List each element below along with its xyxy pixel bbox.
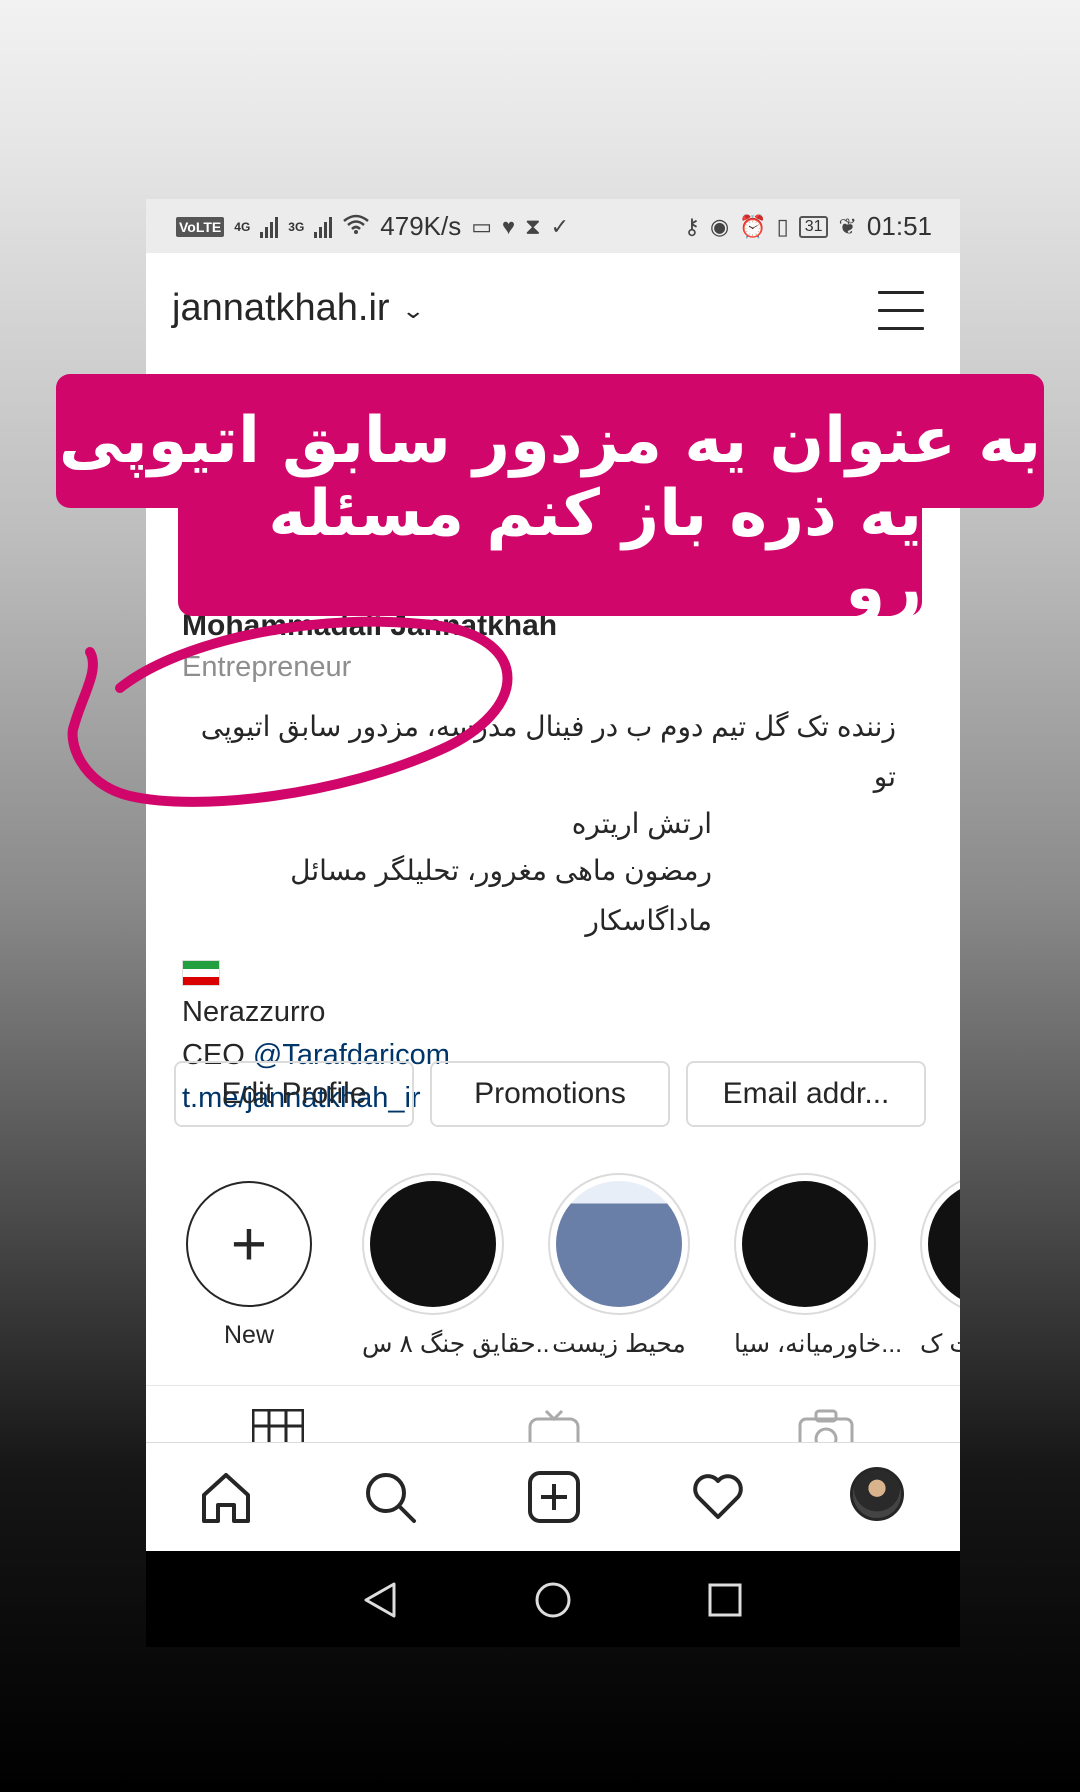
- search-icon[interactable]: [362, 1469, 418, 1530]
- recents-icon[interactable]: [708, 1583, 742, 1622]
- battery-icon: 31: [798, 215, 829, 238]
- system-nav-bar: [146, 1551, 960, 1647]
- back-icon[interactable]: [362, 1581, 398, 1624]
- clock: 01:51: [866, 211, 932, 241]
- highlight-item[interactable]: محیط زیست: [548, 1173, 690, 1359]
- iran-flag-icon: [182, 960, 220, 986]
- home-icon[interactable]: [198, 1469, 254, 1530]
- promotions-button[interactable]: Promotions: [430, 1061, 670, 1127]
- profile-avatar[interactable]: [850, 1467, 904, 1521]
- highlight-thumbnail: [928, 1181, 960, 1307]
- highlight-thumbnail: [370, 1181, 496, 1307]
- alarm-icon: ⏰: [739, 213, 767, 239]
- highlight-label: خاورمیانه، سیا...: [734, 1330, 903, 1358]
- new-post-icon[interactable]: [526, 1469, 582, 1530]
- volte-icon: VoLTE: [176, 216, 225, 237]
- highlight-label: ت ک...: [920, 1330, 960, 1358]
- heart-rate-icon: ♥: [502, 213, 516, 239]
- bio-line: Nerazzurro: [182, 996, 326, 1028]
- profile-header: jannatkhah.ir ⌄: [146, 253, 960, 371]
- highlight-item[interactable]: ت ک...: [920, 1173, 960, 1359]
- sim2-network-label: 3G: [288, 219, 305, 234]
- heart-icon[interactable]: [690, 1469, 746, 1530]
- status-bar: VoLTE 4G 3G 479K/s ▭ ♥ ⧗ ✓ ⚷ ◉ ⏰ ▯ 31 ❦ …: [146, 199, 960, 253]
- bottom-nav: [146, 1442, 960, 1551]
- edit-profile-button[interactable]: Edit Profile: [174, 1061, 414, 1127]
- highlight-item[interactable]: حقایق جنگ ۸ س..: [362, 1173, 550, 1359]
- chevron-down-icon: ⌄: [400, 297, 425, 323]
- network-speed: 479K/s: [380, 211, 462, 241]
- hamburger-menu-icon[interactable]: [878, 291, 924, 331]
- key-icon: ⚷: [683, 213, 700, 239]
- highlight-item[interactable]: خاورمیانه، سیا...: [734, 1173, 903, 1359]
- sim1-signal-icon: [260, 216, 279, 238]
- vibrate-icon: ▯: [776, 213, 789, 239]
- highlight-thumbnail: [742, 1181, 868, 1307]
- story-highlights: + New حقایق جنگ ۸ س.. محیط زیست خاورمیان…: [178, 1173, 960, 1373]
- vpn-icon: ▭: [471, 213, 493, 239]
- overlay-caption: یه ذره باز کنم مسئله رو: [178, 477, 922, 625]
- new-highlight[interactable]: + New: [178, 1173, 320, 1350]
- plus-icon: +: [186, 1181, 312, 1307]
- wifi-icon: [342, 213, 370, 241]
- highlight-thumbnail: [556, 1181, 682, 1307]
- hourglass-icon: ⧗: [525, 213, 541, 239]
- bio-line: رمضون ماهی مغرور، تحلیلگر مسائل ماداگاسک…: [290, 855, 712, 936]
- avatar: [850, 1467, 904, 1521]
- leaf-icon: ❦: [838, 213, 857, 239]
- highlight-label: New: [223, 1321, 274, 1349]
- home-system-icon[interactable]: [534, 1581, 572, 1624]
- profile-actions: Edit Profile Promotions Email addr...: [174, 1061, 934, 1127]
- sim2-signal-icon: [314, 216, 333, 238]
- username: jannatkhah.ir: [172, 287, 390, 329]
- handdrawn-circle-annotation: [67, 616, 513, 807]
- account-switcher[interactable]: jannatkhah.ir ⌄: [172, 287, 425, 330]
- email-button[interactable]: Email addr...: [686, 1061, 926, 1127]
- check-icon: ✓: [550, 213, 569, 239]
- divider: [146, 1385, 960, 1386]
- sim1-network-label: 4G: [234, 219, 251, 234]
- highlight-label: محیط زیست: [552, 1330, 686, 1358]
- highlight-label: حقایق جنگ ۸ س..: [362, 1330, 550, 1358]
- eye-icon: ◉: [709, 213, 730, 239]
